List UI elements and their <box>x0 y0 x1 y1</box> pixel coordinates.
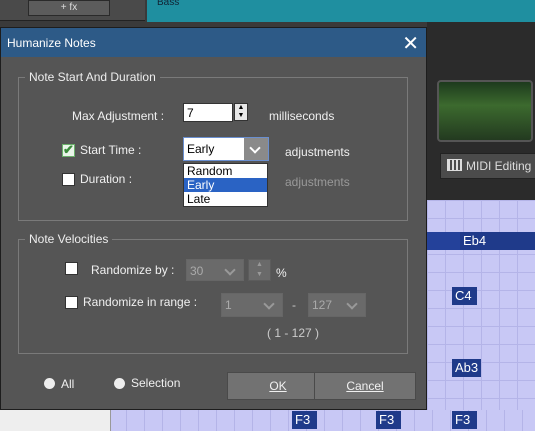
scope-selection-label: Selection <box>131 376 181 390</box>
chevron-down-icon[interactable] <box>244 138 268 160</box>
dialog-title: Humanize Notes <box>7 36 96 50</box>
track-clip-label: Bass <box>157 0 180 8</box>
range-min-select[interactable]: 1 <box>221 293 283 317</box>
piano-keys[interactable] <box>0 410 111 431</box>
midi-note[interactable]: F3 <box>452 411 477 429</box>
ok-button-label: OK <box>269 379 287 393</box>
dropdown-option-selected[interactable]: Early <box>184 178 267 192</box>
start-time-select[interactable]: Early <box>183 137 269 161</box>
range-max-value: 127 <box>312 298 333 312</box>
chevron-down-icon[interactable] <box>219 260 243 280</box>
start-time-dropdown: Random Early Late <box>183 163 268 207</box>
note-velocities-legend: Note Velocities <box>25 232 113 246</box>
max-adjustment-unit: milliseconds <box>269 109 335 123</box>
max-adjustment-label: Max Adjustment : <box>72 109 165 123</box>
cancel-button-label: Cancel <box>346 379 384 393</box>
range-separator: - <box>292 298 296 312</box>
duration-checkbox[interactable] <box>62 173 75 186</box>
dropdown-option[interactable]: Random <box>184 164 267 178</box>
spin-down-icon[interactable]: ▼ <box>249 270 270 280</box>
randomize-by-label: Randomize by : <box>91 263 175 277</box>
dialog-titlebar[interactable]: Humanize Notes ✕ <box>1 28 426 57</box>
randomize-range-checkbox[interactable] <box>65 296 78 309</box>
range-max-select[interactable]: 127 <box>308 293 366 317</box>
duration-label: Duration : <box>80 172 133 186</box>
tab-midi-editing[interactable]: MIDI Editing <box>440 153 535 179</box>
humanize-notes-dialog: Humanize Notes ✕ Note Start And Duration… <box>0 27 427 410</box>
start-time-suffix: adjustments <box>285 145 350 159</box>
cancel-button[interactable]: Cancel <box>314 372 416 400</box>
chevron-down-icon[interactable] <box>258 294 282 316</box>
randomize-by-spinner[interactable]: ▲ ▼ <box>248 259 271 281</box>
start-time-select-value: Early <box>187 142 215 156</box>
randomize-by-select[interactable]: 30 <box>186 259 244 281</box>
spin-up-icon[interactable]: ▲ <box>249 260 270 270</box>
max-adjustment-spinner[interactable]: ▲ ▼ <box>234 103 248 121</box>
level-meter <box>437 80 533 142</box>
midi-note[interactable]: Ab3 <box>452 359 481 377</box>
randomize-range-label: Randomize in range : <box>83 295 198 309</box>
midi-note[interactable]: F3 <box>376 411 401 429</box>
spin-down-icon[interactable]: ▼ <box>235 112 247 120</box>
duration-suffix: adjustments <box>285 175 350 189</box>
dropdown-option[interactable]: Late <box>184 192 267 206</box>
note-start-legend: Note Start And Duration <box>25 70 160 84</box>
midi-note[interactable]: Eb4 <box>460 232 535 250</box>
range-min-value: 1 <box>225 298 232 312</box>
max-adjustment-input[interactable]: 7 <box>183 103 233 122</box>
scope-all-label: All <box>61 377 75 391</box>
scope-all-radio[interactable] <box>43 377 56 390</box>
randomize-by-unit: % <box>276 266 287 280</box>
close-icon[interactable]: ✕ <box>402 31 419 56</box>
chevron-down-icon[interactable] <box>341 294 365 316</box>
range-hint: ( 1 - 127 ) <box>267 326 320 340</box>
midi-note[interactable]: F3 <box>292 411 317 429</box>
randomize-by-value: 30 <box>190 264 204 278</box>
add-fx-button[interactable]: + fx <box>28 0 110 16</box>
track-clip[interactable]: Bass <box>147 0 535 22</box>
midi-note[interactable]: C4 <box>452 287 477 305</box>
spin-up-icon[interactable]: ▲ <box>235 104 247 112</box>
start-time-checkbox[interactable] <box>62 142 75 158</box>
start-time-label: Start Time : <box>80 143 142 157</box>
randomize-by-checkbox[interactable] <box>65 262 78 275</box>
scope-selection-radio[interactable] <box>113 377 126 390</box>
tab-midi-editing-label: MIDI Editing <box>466 159 532 173</box>
piano-icon <box>447 159 462 171</box>
